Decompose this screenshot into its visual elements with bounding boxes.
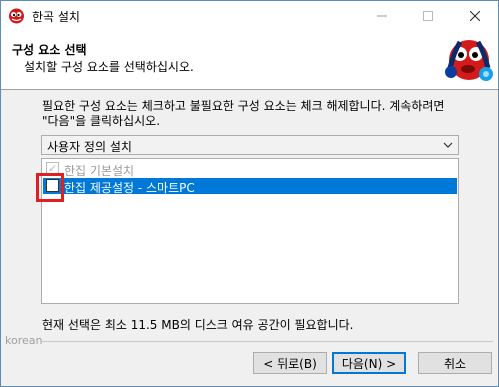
page-header: 구성 요소 선택 설치할 구성 요소를 선택하십시오. (1, 30, 498, 90)
component-label-basic: 한집 기본설치 (64, 164, 135, 178)
mascot-logo-icon (445, 40, 493, 81)
installer-window: 한곡 설치 구성 요소 선택 설치할 구성 요소를 선택하십시오. 필요한 구성 (0, 0, 499, 387)
page-title: 구성 요소 선택 (12, 43, 87, 57)
instructions-text: 필요한 구성 요소는 체크하고 불필요한 구성 요소는 체크 해제합니다. 계속… (42, 99, 445, 128)
page-subtitle: 설치할 구성 요소를 선택하십시오. (24, 60, 194, 74)
window-title: 한곡 설치 (32, 10, 80, 24)
close-button[interactable] (452, 1, 498, 30)
component-item-basic[interactable]: ✓ 한집 기본설치 (43, 161, 457, 178)
maximize-icon (423, 10, 433, 21)
minimize-button[interactable] (359, 1, 405, 30)
install-type-value: 사용자 정의 설치 (47, 140, 132, 154)
close-icon (470, 10, 480, 21)
maximize-button[interactable] (405, 1, 451, 30)
minimize-icon (377, 15, 387, 16)
highlight-box (36, 173, 64, 202)
next-button[interactable]: 다음(N) > (332, 352, 406, 374)
back-button[interactable]: < 뒤로(B) (253, 352, 327, 374)
footer-divider (41, 341, 493, 342)
components-tree[interactable]: ✓ 한집 기본설치 한집 제공설정 - 스마트PC (41, 158, 459, 304)
component-label-smartpc: 한집 제공설정 - 스마트PC (64, 181, 195, 195)
title-bar[interactable]: 한곡 설치 (1, 1, 498, 30)
cancel-button[interactable]: 취소 (418, 352, 492, 374)
chevron-down-icon (443, 142, 453, 148)
mascot-icon (9, 8, 24, 24)
install-type-dropdown[interactable]: 사용자 정의 설치 (41, 135, 459, 155)
component-item-smartpc[interactable]: 한집 제공설정 - 스마트PC (43, 178, 457, 195)
space-required-text: 현재 선택은 최소 11.5 MB의 디스크 여유 공간이 필요합니다. (42, 318, 354, 332)
brand-label: korean (5, 334, 43, 347)
